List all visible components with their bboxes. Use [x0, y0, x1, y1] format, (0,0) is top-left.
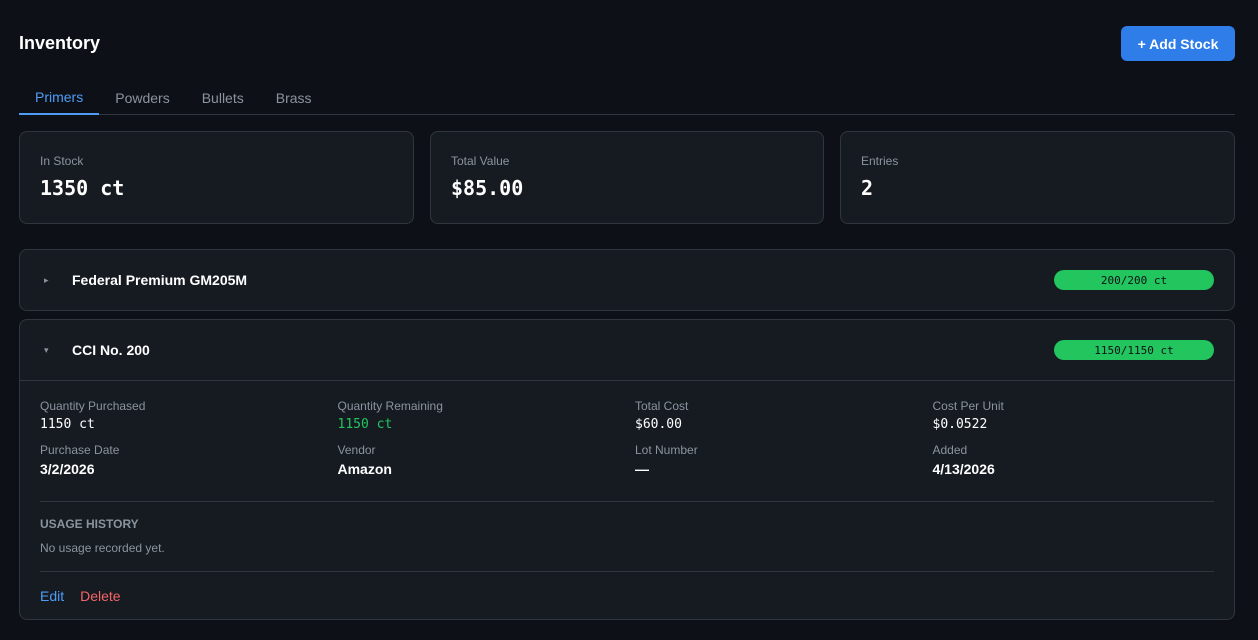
field-label: Total Cost — [635, 399, 689, 413]
detail-quantity-remaining: Quantity Remaining 1150 ct — [338, 381, 636, 433]
entry-header[interactable]: ▾ CCI No. 200 1150/1150 ct — [20, 320, 1234, 380]
field-label: Added — [932, 443, 968, 457]
tab-bar: Primers Powders Bullets Brass — [19, 80, 1235, 115]
entry-header[interactable]: ▸ Federal Premium GM205M 200/200 ct — [20, 250, 1234, 310]
stat-label: In Stock — [40, 154, 84, 168]
detail-purchase-date: Purchase Date 3/2/2026 — [40, 433, 338, 485]
inventory-entry: ▸ Federal Premium GM205M 200/200 ct — [19, 249, 1235, 311]
usage-history-empty: No usage recorded yet. — [40, 541, 165, 555]
field-label: Quantity Purchased — [40, 399, 146, 413]
field-label: Vendor — [337, 443, 376, 457]
usage-history-heading: USAGE HISTORY — [40, 517, 139, 531]
detail-quantity-purchased: Quantity Purchased 1150 ct — [40, 381, 338, 433]
tab-powders[interactable]: Powders — [99, 80, 185, 115]
field-value: 3/2/2026 — [40, 461, 95, 477]
entry-name: CCI No. 200 — [72, 342, 150, 358]
field-label: Quantity Remaining — [337, 399, 443, 413]
entry-details: Quantity Purchased 1150 ct Quantity Rema… — [20, 380, 1234, 620]
detail-cost-per-unit: Cost Per Unit $0.0522 — [933, 381, 1231, 433]
field-value: 1150 ct — [40, 417, 95, 432]
detail-vendor: Vendor Amazon — [338, 433, 636, 485]
stat-label: Entries — [861, 154, 899, 168]
entry-name: Federal Premium GM205M — [72, 272, 248, 288]
inventory-entry: ▾ CCI No. 200 1150/1150 ct Quantity Purc… — [19, 319, 1235, 620]
tab-primers[interactable]: Primers — [19, 80, 100, 115]
entry-actions: Edit Delete — [40, 572, 1214, 620]
add-stock-button[interactable]: + Add Stock — [1121, 26, 1235, 61]
page-title: Inventory — [19, 33, 101, 53]
detail-lot-number: Lot Number — — [635, 433, 933, 485]
edit-link[interactable]: Edit — [40, 588, 64, 604]
stat-value: 1350 ct — [40, 176, 125, 200]
stat-value: $85.00 — [451, 176, 524, 200]
field-label: Purchase Date — [40, 443, 120, 457]
tab-brass[interactable]: Brass — [260, 80, 328, 115]
chevron-down-icon[interactable]: ▾ — [44, 345, 49, 356]
field-value: $60.00 — [635, 417, 682, 432]
details-grid: Quantity Purchased 1150 ct Quantity Rema… — [40, 381, 1214, 485]
stat-card-in-stock: In Stock 1350 ct — [19, 131, 414, 224]
stock-remaining-badge: 200/200 ct — [1054, 270, 1214, 290]
stat-card-total-value: Total Value $85.00 — [430, 131, 824, 224]
stat-card-entries: Entries 2 — [840, 131, 1235, 224]
detail-total-cost: Total Cost $60.00 — [635, 381, 933, 433]
field-value: Amazon — [337, 461, 392, 477]
field-value: $0.0522 — [932, 417, 988, 432]
tab-bullets[interactable]: Bullets — [186, 80, 260, 115]
stat-label: Total Value — [451, 154, 510, 168]
delete-link[interactable]: Delete — [80, 588, 120, 604]
field-label: Cost Per Unit — [932, 399, 1004, 413]
chevron-right-icon[interactable]: ▸ — [44, 275, 49, 286]
field-value: 4/13/2026 — [932, 461, 995, 477]
field-value: 1150 ct — [337, 417, 393, 432]
stat-value: 2 — [861, 176, 874, 200]
field-label: Lot Number — [635, 443, 698, 457]
stock-remaining-badge: 1150/1150 ct — [1054, 340, 1214, 360]
detail-added: Added 4/13/2026 — [933, 433, 1231, 485]
field-value: — — [635, 461, 649, 477]
